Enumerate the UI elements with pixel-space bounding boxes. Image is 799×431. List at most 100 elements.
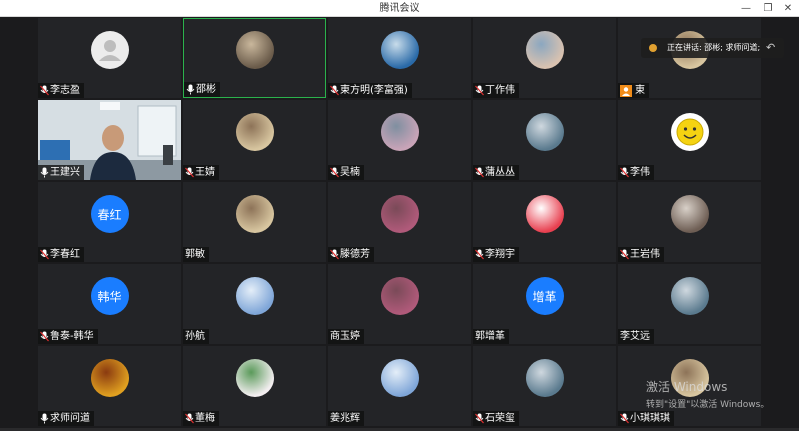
participant-tile[interactable]: 蒲丛丛 (473, 100, 616, 180)
participant-name-label: 蒲丛丛 (473, 165, 519, 180)
participant-tile[interactable]: 求师问道 (38, 346, 181, 426)
participant-name: 鲁泰-韩华 (50, 331, 94, 342)
photo-avatar (235, 113, 274, 151)
participant-tile[interactable]: 丁作伟 (473, 18, 616, 98)
microphone-muted-icon (475, 413, 484, 424)
participant-name: 郭敏 (185, 249, 205, 260)
participant-name-label: 商玉婷 (328, 329, 364, 344)
participant-tile[interactable]: 石荣玺 (473, 346, 616, 426)
participant-tile[interactable]: 韩华鲁泰-韩华 (38, 264, 181, 344)
participant-tile[interactable]: 姜兆辉 (328, 346, 471, 426)
microphone-muted-icon (40, 249, 49, 260)
participant-tile[interactable]: 東方明(李富强) (328, 18, 471, 98)
photo-avatar (380, 359, 419, 397)
photo-avatar (235, 195, 274, 233)
participant-name: 郭增革 (475, 331, 505, 342)
windows-activation-watermark: 激活 Windows 转到"设置"以激活 Windows。 (646, 378, 769, 410)
microphone-icon (40, 413, 49, 424)
participant-name-label: 滕德芳 (328, 247, 374, 262)
participant-tile[interactable]: 邵彬 (183, 18, 326, 98)
photo-avatar (235, 31, 274, 70)
participant-name: 邵彬 (196, 84, 216, 95)
microphone-muted-icon (620, 249, 629, 260)
window-title: 腾讯会议 (379, 3, 420, 14)
close-icon[interactable]: ✕ (777, 0, 799, 17)
participant-name: 孙航 (185, 331, 205, 342)
participant-name-label: 李志盈 (38, 83, 84, 98)
participant-name: 石荣玺 (485, 413, 515, 424)
speaking-text: 正在讲话: 邵彬; 求师问道; (667, 43, 761, 52)
collapse-icon[interactable]: ↶ (766, 41, 780, 55)
microphone-muted-icon (475, 249, 484, 260)
participant-tile[interactable]: 東 (618, 18, 761, 98)
participant-tile[interactable]: 吴楠 (328, 100, 471, 180)
photo-avatar (235, 277, 274, 315)
participant-name: 滕德芳 (340, 249, 370, 260)
default-avatar-icon (90, 31, 129, 69)
photo-avatar (380, 31, 419, 69)
participant-name: 李艾远 (620, 331, 650, 342)
photo-avatar (380, 195, 419, 233)
participant-tile[interactable]: 王婧 (183, 100, 326, 180)
photo-avatar (90, 359, 129, 397)
participant-tile[interactable]: 王建兴 (38, 100, 181, 180)
participant-name-label: 邵彬 (184, 82, 220, 97)
watermark-line2: 转到"设置"以激活 Windows。 (646, 400, 770, 410)
participant-name: 王建兴 (50, 167, 80, 178)
microphone-muted-icon (475, 167, 484, 178)
participant-tile[interactable]: 商玉婷 (328, 264, 471, 344)
photo-avatar (380, 113, 419, 151)
participant-name-label: 董梅 (183, 411, 219, 426)
photo-avatar (670, 277, 709, 315)
participant-name-label: 丁作伟 (473, 83, 519, 98)
watermark-line1: 激活 Windows (646, 380, 728, 394)
participant-name-label: 東 (618, 83, 649, 98)
photo-avatar (235, 359, 274, 397)
participant-tile[interactable]: 孙航 (183, 264, 326, 344)
photo-avatar (670, 195, 709, 233)
participant-name: 商玉婷 (330, 331, 360, 342)
participant-tile[interactable]: 董梅 (183, 346, 326, 426)
participant-name: 吴楠 (340, 167, 360, 178)
participant-tile[interactable]: 王岩伟 (618, 182, 761, 262)
participant-name-label: 孙航 (183, 329, 209, 344)
participant-tile[interactable]: 郭敏 (183, 182, 326, 262)
speaking-indicator: 正在讲话: 邵彬; 求师问道; ↶ (641, 38, 784, 58)
participant-name: 李翔宇 (485, 249, 515, 260)
participant-name: 求师问道 (50, 413, 90, 424)
participant-name-label: 石荣玺 (473, 411, 519, 426)
minimize-icon[interactable]: — (735, 0, 757, 17)
participant-name-label: 李艾远 (618, 329, 654, 344)
participant-name-label: 王建兴 (38, 165, 84, 180)
speaker-icon (649, 44, 657, 52)
restore-icon[interactable]: ❐ (757, 0, 779, 17)
participant-tile[interactable]: 增革 郭增革 (473, 264, 616, 344)
participant-tile[interactable]: 李艾远 (618, 264, 761, 344)
participant-name-label: 小琪琪琪 (618, 411, 674, 426)
participant-name: 李伟 (630, 167, 650, 178)
text-avatar: 韩华 (90, 277, 129, 315)
participant-name: 丁作伟 (485, 85, 515, 96)
microphone-muted-icon (620, 167, 629, 178)
window-titlebar: 腾讯会议 — ❐ ✕ (0, 0, 799, 17)
participant-tile[interactable]: 滕德芳 (328, 182, 471, 262)
participant-name-label: 李伟 (618, 165, 654, 180)
microphone-muted-icon (40, 85, 49, 96)
microphone-muted-icon (330, 249, 339, 260)
participant-name-label: 王婧 (183, 165, 219, 180)
participant-name-label: 李翔宇 (473, 247, 519, 262)
participant-name: 小琪琪琪 (630, 413, 670, 424)
participant-tile[interactable]: 李伟 (618, 100, 761, 180)
microphone-muted-icon (185, 413, 194, 424)
participant-name: 王岩伟 (630, 249, 660, 260)
microphone-muted-icon (620, 413, 629, 424)
participant-tile[interactable]: 李志盈 (38, 18, 181, 98)
participant-tile[interactable]: 李翔宇 (473, 182, 616, 262)
participant-name: 李春红 (50, 249, 80, 260)
participant-tile[interactable]: 春红 李春红 (38, 182, 181, 262)
participant-name-label: 東方明(李富强) (328, 83, 412, 98)
photo-avatar (525, 359, 564, 397)
microphone-icon (186, 84, 195, 95)
participant-name-label: 求师问道 (38, 411, 94, 426)
microphone-icon (40, 167, 49, 178)
